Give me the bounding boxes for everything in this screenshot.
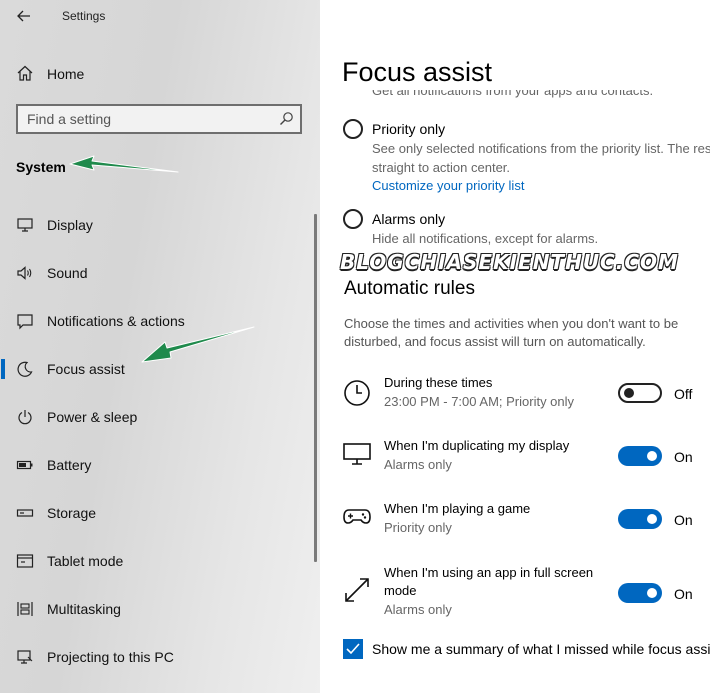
desc-line: straight to action center. — [372, 160, 511, 175]
sidebar-item-label: Tablet mode — [47, 553, 124, 569]
home-label: Home — [47, 66, 85, 82]
clock-icon — [344, 380, 370, 406]
priority-only-label: Priority only — [372, 121, 446, 137]
rule-title: When I'm duplicating my display — [384, 438, 570, 453]
gamepad-icon — [343, 509, 371, 524]
monitor-icon — [343, 443, 371, 465]
watermark: BLOGCHIASEKIENTHUC.COM — [340, 250, 679, 274]
sidebar-item-focus-assist[interactable]: Focus assist — [0, 349, 320, 389]
customize-priority-list-link[interactable]: Customize your priority list — [372, 178, 524, 193]
moon-icon — [17, 361, 33, 377]
rule-title: When I'm playing a game — [384, 501, 531, 516]
priority-only-desc: See only selected notifications from the… — [372, 139, 710, 177]
toggle-state: On — [674, 449, 693, 465]
rule-subtitle: 23:00 PM - 7:00 AM; Priority only — [384, 394, 575, 409]
sidebar-item-projecting[interactable]: Projecting to this PC — [0, 637, 320, 677]
alarms-only-label: Alarms only — [372, 211, 446, 227]
sidebar-item-label: Notifications & actions — [47, 313, 185, 329]
automatic-rules-heading: Automatic rules — [344, 278, 475, 299]
alarms-only-desc: Hide all notifications, except for alarm… — [372, 229, 598, 248]
tablet-mode-icon — [16, 554, 34, 568]
sidebar-item-label: Display — [47, 217, 93, 233]
active-indicator — [1, 359, 5, 379]
sidebar-item-storage[interactable]: Storage — [0, 493, 320, 533]
sidebar-item-label: Projecting to this PC — [47, 649, 174, 665]
toggle-knob — [647, 514, 657, 524]
sidebar-item-label: Multitasking — [47, 601, 121, 617]
automatic-rules-desc: Choose the times and activities when you… — [344, 316, 679, 349]
back-arrow-icon — [17, 10, 30, 22]
app-title: Settings — [62, 9, 106, 23]
sidebar-item-multitasking[interactable]: Multitasking — [0, 589, 320, 629]
main-content: Focus assist Get all notifications from … — [320, 0, 710, 693]
page-title: Focus assist — [342, 57, 493, 87]
rule-toggle[interactable] — [618, 446, 662, 466]
off-description: Get all notifications from your apps and… — [372, 90, 654, 98]
title-bar: Settings — [0, 0, 320, 34]
toggle-state: Off — [674, 386, 693, 402]
rule-toggle[interactable] — [618, 383, 662, 403]
annotation-arrow-icon — [69, 155, 179, 173]
sidebar-item-label: Focus assist — [47, 361, 125, 377]
sidebar: Settings Home System Display Sound Notif… — [0, 0, 320, 693]
rule-title: During these times — [384, 375, 493, 390]
sidebar-item-power-sleep[interactable]: Power & sleep — [0, 397, 320, 437]
sidebar-item-label: Storage — [47, 505, 97, 521]
search-box[interactable] — [16, 104, 302, 134]
sidebar-item-tablet-mode[interactable]: Tablet mode — [0, 541, 320, 581]
projecting-icon — [17, 650, 33, 664]
section-heading-system: System — [16, 159, 66, 175]
toggle-knob — [624, 388, 634, 398]
sidebar-item-label: Battery — [47, 457, 92, 473]
priority-only-radio[interactable] — [343, 119, 363, 139]
toggle-knob — [647, 451, 657, 461]
fullscreen-icon — [345, 578, 369, 602]
summary-checkbox-label: Show me a summary of what I missed while… — [372, 641, 710, 657]
battery-icon — [16, 460, 33, 470]
notifications-icon — [17, 314, 33, 330]
toggle-state: On — [674, 512, 693, 528]
display-icon — [17, 218, 33, 232]
alarms-only-radio[interactable] — [343, 209, 363, 229]
summary-checkbox[interactable] — [343, 639, 363, 659]
rule-toggle[interactable] — [618, 509, 662, 529]
search-icon[interactable] — [278, 111, 294, 127]
sound-icon — [17, 266, 32, 280]
sidebar-scrollbar[interactable] — [314, 214, 317, 562]
sidebar-item-home[interactable]: Home — [0, 58, 320, 88]
sidebar-item-sound[interactable]: Sound — [0, 253, 320, 293]
desc-line: Hide all notifications, except for alarm… — [372, 231, 599, 246]
sidebar-item-notifications[interactable]: Notifications & actions — [0, 301, 320, 341]
sidebar-item-display[interactable]: Display — [0, 205, 320, 245]
home-icon — [17, 65, 33, 81]
multitasking-icon — [17, 602, 33, 616]
rule-subtitle: Alarms only — [384, 457, 452, 472]
back-button[interactable] — [14, 6, 34, 26]
rule-toggle[interactable] — [618, 583, 662, 603]
toggle-knob — [647, 588, 657, 598]
rule-subtitle: Alarms only — [384, 602, 452, 617]
sidebar-item-label: Sound — [47, 265, 88, 281]
power-icon — [18, 410, 32, 425]
storage-icon — [16, 509, 34, 517]
desc-line: See only selected notifications from the… — [372, 141, 710, 156]
toggle-state: On — [674, 586, 693, 602]
search-input[interactable] — [27, 111, 267, 127]
rule-title: When I'm using an app in full screen mod… — [384, 565, 594, 598]
sidebar-item-battery[interactable]: Battery — [0, 445, 320, 485]
checkmark-icon — [346, 643, 360, 655]
rule-subtitle: Priority only — [384, 520, 452, 535]
sidebar-item-label: Power & sleep — [47, 409, 138, 425]
